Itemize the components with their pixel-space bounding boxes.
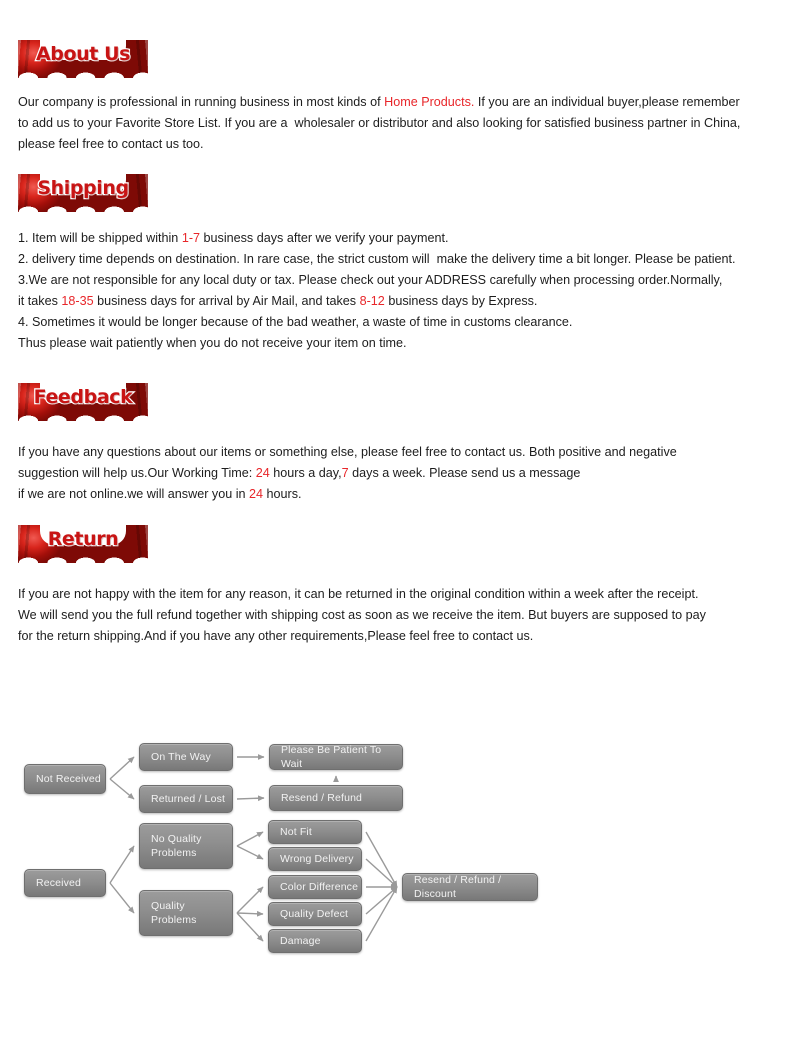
flow-edge-wrong-delivery-to-resend-refund-discount — [365, 858, 398, 888]
highlighted-text: 8-12 — [359, 294, 385, 308]
flow-node-label: Not Received — [36, 773, 101, 785]
flow-node-label: Resend / Refund / Discount — [414, 874, 502, 900]
body-text: business days by Express. — [384, 294, 538, 308]
flow-node-label: Wrong Delivery — [280, 853, 354, 865]
banner-label: Shipping — [36, 176, 130, 200]
banner-label: Feedback — [32, 385, 134, 409]
feedback-body: If you have any questions about our item… — [18, 442, 677, 505]
body-text: it takes — [18, 294, 62, 308]
return-body: If you are not happy with the item for a… — [18, 584, 706, 647]
body-text: for the return shipping.And if you have … — [18, 629, 534, 643]
body-text: Thus please wait patiently when you do n… — [18, 336, 407, 350]
banner-label: Return — [46, 527, 119, 551]
banner-shipping: Shipping — [18, 174, 148, 212]
flow-node-label: Color Difference — [280, 881, 359, 893]
body-text: 4. Sometimes it would be longer because … — [18, 315, 573, 329]
flow-node-label: Returned / Lost — [151, 793, 226, 805]
body-text: to add us to your Favorite Store List. I… — [18, 116, 741, 130]
section-feedback: Feedback If you have any questions about… — [0, 383, 677, 505]
flow-node-quality-defect: Quality Defect — [268, 902, 362, 926]
flow-node-no-quality-problems: No Quality Problems — [139, 823, 233, 869]
body-text: 2. delivery time depends on destination.… — [18, 252, 736, 266]
return-flowchart: Not Received On The Way Returned / Lost Ple… — [0, 700, 800, 1000]
flow-node-quality-problems: Quality Problems — [139, 890, 233, 936]
flow-edge-quality-problems-to-color-difference — [236, 886, 264, 914]
flow-edge-not-received-to-returned-lost — [109, 778, 135, 800]
body-text: hours. — [263, 487, 302, 501]
body-text: If you are not happy with the item for a… — [18, 587, 699, 601]
flow-node-received: Received — [24, 869, 106, 897]
flow-node-wrong-delivery: Wrong Delivery — [268, 847, 362, 871]
flow-node-resend-refund-discount: Resend / Refund / Discount — [402, 873, 538, 901]
flow-edge-no-quality-problems-to-wrong-delivery — [236, 845, 264, 860]
body-text: 3.We are not responsible for any local d… — [18, 273, 723, 287]
flow-node-please-be-patient: Please Be Patient To Wait — [269, 744, 403, 770]
highlighted-text: 7 — [341, 466, 349, 480]
flow-edge-damage-to-resend-refund-discount — [365, 886, 398, 942]
body-text: We will send you the full refund togethe… — [18, 608, 706, 622]
about-us-body: Our company is professional in running b… — [18, 92, 740, 155]
body-text: Our company is professional in running b… — [18, 95, 385, 109]
flow-node-label: No Quality Problems — [151, 833, 202, 859]
flow-node-label: Quality Defect — [280, 908, 349, 920]
flow-node-label: Quality Problems — [151, 900, 197, 926]
banner-feedback: Feedback — [18, 383, 148, 421]
body-text: If you are an individual buyer,please re… — [474, 95, 740, 109]
body-text: business days after we verify your payme… — [200, 231, 449, 245]
banner-label: About Us — [35, 42, 132, 66]
flow-edge-not-fit-to-resend-refund-discount — [365, 831, 398, 888]
flow-node-resend-refund: Resend / Refund — [269, 785, 403, 811]
flow-edge-received-to-no-quality-problems — [109, 845, 135, 884]
flow-edge-quality-defect-to-resend-refund-discount — [365, 886, 398, 915]
highlighted-text: Home Products. — [384, 95, 475, 109]
body-text: hours a day, — [269, 466, 342, 480]
flow-node-not-fit: Not Fit — [268, 820, 362, 844]
flow-node-label: Not Fit — [280, 826, 312, 838]
flow-node-label: Damage — [280, 935, 321, 947]
body-text: If you have any questions about our item… — [18, 445, 677, 459]
banner-return: Return — [18, 525, 148, 563]
flow-edge-not-received-to-on-the-way — [109, 756, 135, 780]
section-return: Return If you are not happy with the ite… — [0, 525, 706, 647]
highlighted-text: 24 — [255, 466, 270, 480]
flow-edge-returned-lost-to-resend-refund — [236, 795, 265, 802]
highlighted-text: 18-35 — [61, 294, 94, 308]
flow-node-on-the-way: On The Way — [139, 743, 233, 771]
flow-node-label: Received — [36, 877, 81, 889]
body-text: suggestion will help us.Our Working Time… — [18, 466, 256, 480]
highlighted-text: 24 — [249, 487, 264, 501]
flow-node-label: On The Way — [151, 751, 211, 763]
flow-node-color-difference: Color Difference — [268, 875, 362, 899]
body-text: 1. Item will be shipped within — [18, 231, 182, 245]
banner-about-us: About Us — [18, 40, 148, 78]
body-text: please feel free to contact us too. — [18, 137, 204, 151]
flow-edge-quality-problems-to-damage — [236, 912, 264, 942]
flow-edge-no-quality-problems-to-not-fit — [236, 831, 264, 847]
highlighted-text: 1-7 — [181, 231, 201, 245]
flow-node-label: Please Be Patient To Wait — [281, 744, 382, 770]
flow-node-returned-lost: Returned / Lost — [139, 785, 233, 813]
section-about-us: About Us Our company is professional in … — [0, 40, 740, 155]
flow-node-not-received: Not Received — [24, 764, 106, 794]
section-shipping: Shipping 1. Item will be shipped within … — [0, 174, 736, 354]
body-text: if we are not online.we will answer you … — [18, 487, 249, 501]
flow-node-damage: Damage — [268, 929, 362, 953]
flow-edge-received-to-quality-problems — [109, 882, 135, 914]
shipping-body: 1. Item will be shipped within 1-7 busin… — [18, 228, 736, 354]
flow-node-label: Resend / Refund — [281, 792, 363, 804]
body-text: days a week. Please send us a message — [348, 466, 581, 480]
flow-edge-quality-problems-to-quality-defect — [236, 910, 264, 917]
body-text: business days for arrival by Air Mail, a… — [93, 294, 360, 308]
